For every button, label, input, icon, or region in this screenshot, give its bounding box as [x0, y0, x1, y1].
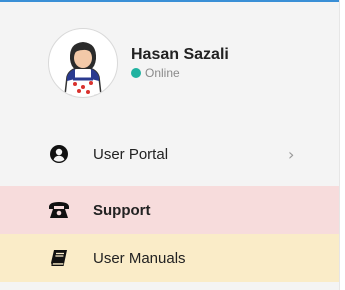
- user-circle-icon: [48, 143, 70, 165]
- panel-edge: [339, 0, 345, 290]
- phone-icon: [48, 199, 70, 221]
- user-info: Hasan Sazali Online: [131, 46, 229, 80]
- status-text: Online: [145, 66, 180, 80]
- user-name: Hasan Sazali: [131, 46, 229, 63]
- status-dot-icon: [131, 68, 141, 78]
- sidebar-panel: Hasan Sazali Online User Portal › Suppor…: [0, 0, 339, 290]
- chevron-right-icon: ›: [288, 144, 295, 164]
- avatar[interactable]: [48, 28, 118, 98]
- user-profile: Hasan Sazali Online: [48, 26, 229, 100]
- menu-item-label: Support: [93, 201, 151, 219]
- menu-item-user-portal[interactable]: User Portal ›: [0, 130, 339, 178]
- menu-item-label: User Portal: [93, 145, 169, 163]
- book-icon: [48, 247, 70, 269]
- menu-item-user-manuals[interactable]: User Manuals: [0, 234, 339, 282]
- user-avatar-icon: [64, 42, 102, 95]
- menu-item-label: User Manuals: [93, 249, 186, 267]
- menu-item-support[interactable]: Support: [0, 186, 339, 234]
- status-indicator: Online: [131, 66, 229, 80]
- sidebar-menu: User Portal › Support User Manuals: [0, 130, 339, 282]
